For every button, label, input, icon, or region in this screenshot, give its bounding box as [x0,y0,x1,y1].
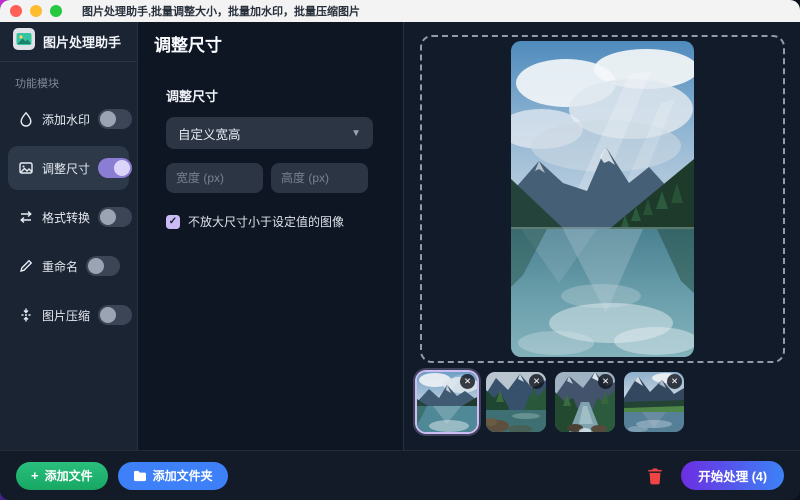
image-drop-area[interactable] [420,35,785,363]
folder-icon [133,470,147,482]
app-name: 图片处理助手 [43,35,122,50]
no-upscale-checkbox[interactable]: ✓ [166,214,180,229]
toggle-knob [100,209,117,225]
toggle-knob [100,111,117,127]
convert-toggle[interactable] [98,207,133,227]
add-files-button[interactable]: + 添加文件 [16,461,108,490]
main-content: 图片处理助手 功能模块 添加水印 调整尺寸 格式转换 重命名 图片压缩 调整尺寸… [0,22,800,450]
sidebar-item-rename[interactable]: 重命名 [8,244,129,288]
no-upscale-label: 不放大尺寸小于设定值的图像 [188,215,345,229]
app-logo-row: 图片处理助手 [0,22,137,62]
no-upscale-checkbox-row[interactable]: ✓ 不放大尺寸小于设定值的图像 [166,213,375,230]
panel-title: 调整尺寸 [154,36,222,55]
rename-toggle[interactable] [86,256,121,276]
sidebar-item-resize[interactable]: 调整尺寸 [8,146,133,190]
titlebar: 图片处理助手,批量调整大小，批量加水印，批量压缩图片 [0,0,800,22]
image-icon [18,160,34,176]
fullscreen-window-button[interactable] [50,5,62,17]
window-title: 图片处理助手,批量调整大小，批量加水印，批量压缩图片 [82,6,361,18]
sidebar-item-label: 调整尺寸 [42,161,91,176]
sidebar-item-compress[interactable]: 图片压缩 [8,293,133,337]
settings-panel: 调整尺寸 调整尺寸 自定义宽高 ▼ ✓ 不放大尺寸小于设定值的图像 [138,22,403,450]
add-folder-label: 添加文件夹 [152,469,213,483]
compress-icon [18,307,34,323]
sidebar-item-label: 重命名 [42,259,79,274]
close-window-button[interactable] [10,5,22,17]
resize-section-label: 调整尺寸 [166,89,219,104]
sidebar-items: 添加水印 调整尺寸 格式转换 重命名 图片压缩 [0,97,137,337]
sidebar-item-label: 图片压缩 [42,308,91,323]
thumbnail-strip: ✕ ✕ ✕ ✕ [417,372,684,432]
size-inputs-row [166,163,375,193]
size-mode-select[interactable]: 自定义宽高 ▼ [166,117,373,149]
delete-all-button[interactable] [645,466,665,486]
preview-panel: ✕ ✕ ✕ ✕ [403,22,800,450]
sidebar-item-watermark[interactable]: 添加水印 [8,97,133,141]
toggle-knob [88,258,105,274]
watermark-toggle[interactable] [98,109,133,129]
start-processing-label: 开始处理 (4) [698,470,767,484]
height-input[interactable] [271,163,368,193]
thumbnail-forest-stream[interactable]: ✕ [555,372,615,432]
thumbnail-meadow-lake[interactable]: ✕ [624,372,684,432]
thumbnail-forest-lake-green[interactable]: ✕ [486,372,546,432]
sidebar: 图片处理助手 功能模块 添加水印 调整尺寸 格式转换 重命名 图片压缩 [0,22,138,450]
sidebar-item-convert[interactable]: 格式转换 [8,195,133,239]
app-logo-icon [13,28,35,55]
sidebar-item-label: 格式转换 [42,210,91,225]
panel-body: 调整尺寸 自定义宽高 ▼ ✓ 不放大尺寸小于设定值的图像 [138,86,403,230]
close-icon[interactable]: ✕ [667,374,682,389]
preview-image [511,41,694,357]
add-folder-button[interactable]: 添加文件夹 [117,461,228,490]
toggle-knob [100,307,117,323]
size-mode-value: 自定义宽高 [178,127,241,142]
start-processing-button[interactable]: 开始处理 (4) [681,461,784,490]
close-icon[interactable]: ✕ [598,374,613,389]
pencil-icon [18,258,34,274]
plus-icon: + [31,468,39,483]
thumbnail-mountain-lake-blue[interactable]: ✕ [417,372,477,432]
toggle-knob [114,160,131,176]
sidebar-section-label: 功能模块 [15,78,59,90]
close-icon[interactable]: ✕ [460,374,475,389]
sidebar-item-label: 添加水印 [42,112,91,127]
resize-toggle[interactable] [98,158,133,178]
minimize-window-button[interactable] [30,5,42,17]
width-input[interactable] [166,163,263,193]
app-window: 图片处理助手,批量调整大小，批量加水印，批量压缩图片 图片处理助手 功能模块 添… [0,0,800,500]
droplet-icon [18,111,34,127]
compress-toggle[interactable] [98,305,133,325]
close-icon[interactable]: ✕ [529,374,544,389]
swap-arrows-icon [18,209,34,225]
chevron-down-icon: ▼ [351,127,361,139]
trash-icon [648,468,662,484]
add-files-label: 添加文件 [44,469,93,483]
footer-bar: + 添加文件 添加文件夹 开始处理 (4) [0,450,800,500]
